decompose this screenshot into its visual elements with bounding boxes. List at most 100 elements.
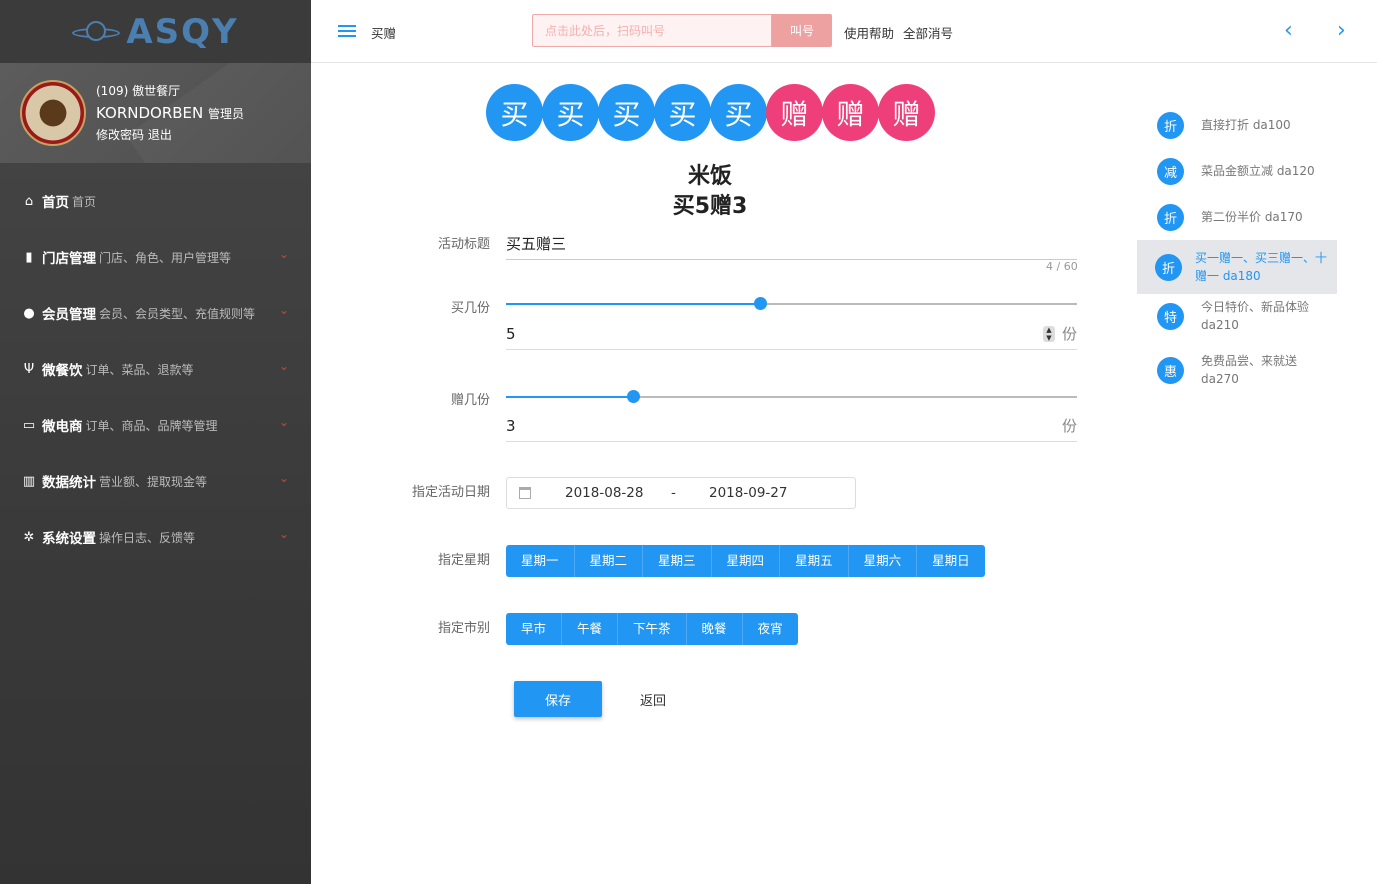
promo-type-label: 菜品金额立减 da120	[1201, 164, 1315, 178]
buy-count-field[interactable]: 5 ▲ ▼ 份	[506, 318, 1077, 350]
chevron-down-icon[interactable]: ⌄	[279, 359, 289, 373]
logo-text: ASQY	[126, 11, 239, 52]
promo-type-label: 免费品尝、来就送 da270	[1201, 354, 1298, 386]
buy-circle: 买	[542, 84, 599, 141]
title-counter: 4 / 60	[1046, 260, 1078, 273]
weekday-button-3[interactable]: 星期四	[711, 545, 781, 577]
promo-type-item-4[interactable]: 特今日特价、新品体验 da210	[1137, 295, 1337, 337]
period-button-3[interactable]: 晚餐	[686, 613, 743, 645]
keyboard-icon: ▭	[22, 417, 36, 433]
buy-circle: 买	[486, 84, 543, 141]
sidebar-item-title: 微餐饮	[42, 363, 83, 379]
title-label: 活动标题	[437, 237, 490, 252]
logo[interactable]: ASQY	[0, 0, 311, 63]
call-number-input[interactable]	[533, 15, 771, 46]
date-start[interactable]: 2018-08-28	[565, 485, 643, 501]
period-button-1[interactable]: 午餐	[562, 613, 619, 645]
promo-summary: 买5赠3	[672, 194, 748, 219]
period-button-2[interactable]: 下午茶	[618, 613, 687, 645]
period-label: 指定市别	[437, 621, 490, 636]
weekday-button-0[interactable]: 星期一	[506, 545, 575, 577]
weekday-button-2[interactable]: 星期三	[643, 545, 712, 577]
user-role: 管理员	[208, 107, 245, 122]
call-number-button[interactable]: 叫号	[772, 14, 832, 47]
promo-type-label: 买一赠一、买三赠一、十赠一 da180	[1195, 251, 1328, 283]
promo-type-badge: 折	[1157, 111, 1184, 139]
give-circle: 赠	[766, 84, 823, 141]
sidebar-item-subtitle: 订单、商品、品牌等管理	[85, 418, 218, 433]
weekday-button-5[interactable]: 星期六	[848, 545, 918, 577]
cutlery-icon: Ψ	[23, 361, 35, 377]
promo-type-badge: 折	[1157, 203, 1184, 231]
menu-toggle-icon[interactable]	[338, 25, 356, 39]
avatar	[20, 80, 86, 146]
clear-all-link[interactable]: 全部消号	[903, 23, 953, 42]
chevron-down-icon[interactable]: ⌄	[279, 303, 289, 317]
date-label: 指定活动日期	[411, 485, 490, 500]
period-button-4[interactable]: 夜宵	[742, 613, 798, 645]
sidebar-item-subtitle: 首页	[72, 194, 97, 209]
sidebar-item-title: 微电商	[42, 419, 83, 435]
logout-link[interactable]: 退出	[148, 128, 172, 142]
promo-type-badge: 减	[1157, 157, 1184, 185]
calendar-icon	[519, 487, 531, 499]
next-arrow-icon[interactable]: ›	[1337, 18, 1346, 43]
weekday-button-6[interactable]: 星期日	[917, 545, 985, 577]
weekday-button-1[interactable]: 星期二	[574, 545, 644, 577]
title-input[interactable]	[506, 228, 1077, 260]
sidebar-item-subtitle: 门店、角色、用户管理等	[99, 250, 232, 265]
chevron-down-icon[interactable]: ⌄	[279, 247, 289, 261]
chevron-down-icon[interactable]: ⌄	[279, 415, 289, 429]
give-slider-thumb[interactable]	[626, 390, 640, 403]
profile-card: (109) 傲世餐厅 KORNDORBEN 管理员 修改密码 退出	[0, 63, 311, 163]
sidebar-item-title: 系统设置	[42, 531, 96, 547]
buy-count-slider[interactable]	[506, 297, 1077, 310]
date-separator: -	[671, 485, 676, 501]
period-selector: 早市 午餐 下午茶 晚餐 夜宵	[506, 613, 798, 645]
sidebar-item-subtitle: 营业额、提取现金等	[99, 474, 208, 489]
sidebar-item-4[interactable]: ▭ 微电商 订单、商品、品牌等管理 ⌄	[0, 397, 311, 453]
give-circle: 赠	[878, 84, 935, 141]
buy-slider-thumb[interactable]	[753, 297, 767, 310]
promo-type-item-2[interactable]: 折 第二份半价 da170	[1137, 200, 1337, 234]
date-range-picker[interactable]: 2018-08-28 - 2018-09-27	[506, 477, 856, 509]
sidebar-item-1[interactable]: ▮ 门店管理 门店、角色、用户管理等 ⌄	[0, 229, 311, 285]
sidebar-item-3[interactable]: Ψ 微餐饮 订单、菜品、退款等 ⌄	[0, 341, 311, 397]
change-password-link[interactable]: 修改密码	[96, 128, 144, 142]
promo-type-label: 直接打折 da100	[1201, 118, 1291, 132]
sidebar-item-title: 会员管理	[42, 307, 96, 323]
back-button[interactable]: 返回	[640, 690, 666, 709]
promo-type-item-3[interactable]: 折买一赠一、买三赠一、十赠一 da180	[1137, 240, 1337, 294]
stepper-icon[interactable]: ▲ ▼	[1043, 326, 1055, 342]
give-count-slider[interactable]	[506, 390, 1077, 403]
sidebar-item-title: 数据统计	[42, 475, 96, 491]
buy-count-label: 买几份	[450, 301, 490, 316]
weekday-button-4[interactable]: 星期五	[780, 545, 849, 577]
sidebar-item-0[interactable]: ⌂ 首页 首页	[0, 173, 311, 229]
save-button[interactable]: 保存	[514, 681, 602, 717]
period-button-0[interactable]: 早市	[506, 613, 563, 645]
promo-type-label: 今日特价、新品体验 da210	[1201, 300, 1310, 332]
prev-arrow-icon[interactable]: ‹	[1284, 18, 1293, 43]
promo-type-label: 第二份半价 da170	[1201, 210, 1303, 224]
promo-type-item-5[interactable]: 惠免费品尝、来就送 da270	[1137, 349, 1337, 391]
promo-type-item-0[interactable]: 折 直接打折 da100	[1137, 108, 1337, 142]
product-name: 米饭	[687, 164, 732, 189]
promo-type-badge: 折	[1155, 253, 1182, 281]
cogs-icon: ✲	[23, 529, 35, 545]
sidebar-item-6[interactable]: ✲ 系统设置 操作日志、反馈等 ⌄	[0, 509, 311, 565]
sidebar-item-2[interactable]: ● 会员管理 会员、会员类型、充值规则等 ⌄	[0, 285, 311, 341]
give-count-field[interactable]: 3 份	[506, 410, 1077, 442]
promo-type-item-1[interactable]: 减 菜品金额立减 da120	[1137, 154, 1337, 188]
weekday-selector: 星期一 星期二 星期三 星期四 星期五 星期六 星期日	[506, 545, 985, 577]
help-link[interactable]: 使用帮助	[844, 23, 894, 42]
promo-heading: 米饭 买5赠3	[600, 162, 820, 222]
chevron-down-icon[interactable]: ⌄	[279, 527, 289, 541]
sidebar-item-subtitle: 订单、菜品、退款等	[85, 362, 194, 377]
date-end[interactable]: 2018-09-27	[709, 485, 787, 501]
give-count-label: 赠几份	[450, 393, 490, 408]
sidebar-item-5[interactable]: ▥ 数据统计 营业额、提取现金等 ⌄	[0, 453, 311, 509]
chevron-down-icon[interactable]: ⌄	[279, 471, 289, 485]
promo-type-badge: 惠	[1157, 356, 1184, 384]
search-box	[532, 14, 772, 47]
